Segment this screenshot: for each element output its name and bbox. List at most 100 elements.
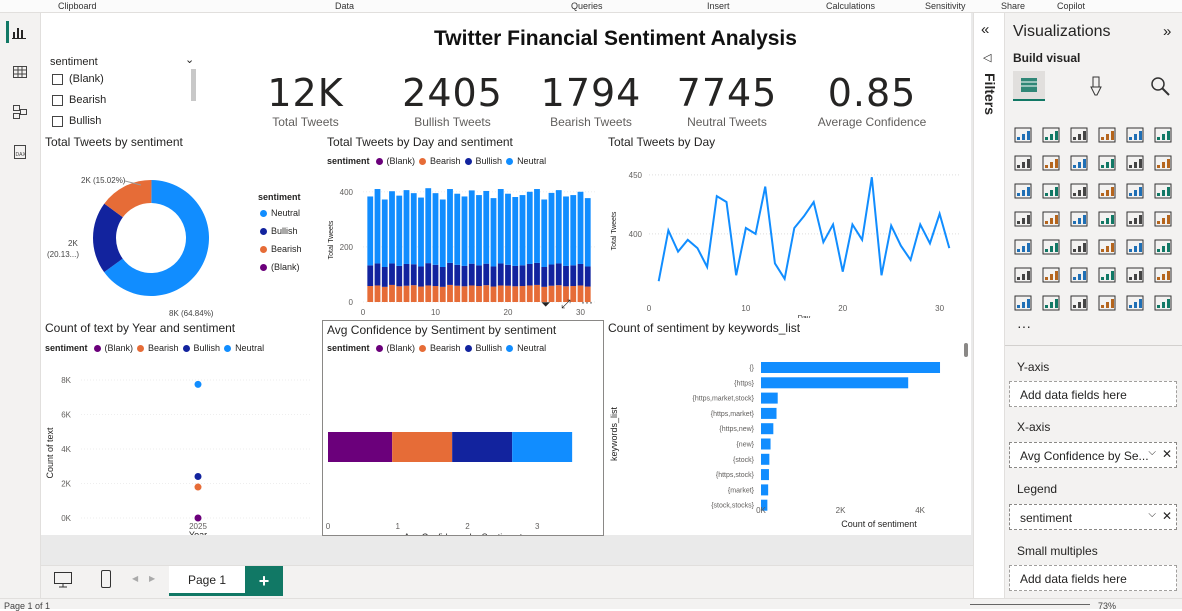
mobile-layout-icon[interactable] [99, 569, 113, 594]
more-options-icon[interactable]: ··· [581, 295, 593, 309]
checkbox[interactable] [52, 94, 63, 106]
pie-visual-icon[interactable] [1125, 181, 1145, 201]
card-bearish-tweets[interactable]: 1794 Bearish Tweets [530, 53, 652, 131]
keywords-bar-visual[interactable]: Count of sentiment by keywords_list {} {h… [604, 319, 970, 535]
x-axis-well[interactable]: Avg Confidence by Se... ⌵ ✕ [1009, 442, 1177, 468]
smart-narrative-visual-icon[interactable] [1041, 265, 1061, 285]
waterfall-visual-icon[interactable] [1013, 181, 1033, 201]
scatter-point [194, 380, 202, 388]
scroll-left-icon[interactable]: ◀ [132, 574, 138, 583]
report-view-button[interactable] [6, 21, 28, 43]
treemap-visual-icon[interactable] [1013, 209, 1033, 229]
ribbon-visual-icon[interactable] [1153, 153, 1173, 173]
legend-item-blank[interactable]: (Blank) [260, 262, 300, 272]
table-visual-icon[interactable] [1097, 237, 1117, 257]
slicer-scrollbar[interactable] [191, 69, 196, 101]
legend-item-neutral[interactable]: Neutral [260, 208, 300, 218]
remove-field-icon[interactable]: ✕ [1162, 447, 1172, 461]
stacked-bar-visual-icon[interactable] [1013, 125, 1033, 145]
card-bullish-tweets[interactable]: 2405 Bullish Tweets [391, 53, 514, 131]
matrix-visual-icon[interactable] [1125, 237, 1145, 257]
chevron-down-icon[interactable]: ⌄ [185, 53, 194, 66]
kpi-visual-icon[interactable] [1041, 237, 1061, 257]
format-visual-tab[interactable] [1085, 75, 1107, 97]
funnel-2-visual-icon[interactable] [1069, 181, 1089, 201]
clustered-column-visual-icon[interactable] [1097, 125, 1117, 145]
chart-scrollbar[interactable] [964, 343, 968, 357]
line-chart-visual[interactable]: Total Tweets by Day 450 400 0 10 20 30 Total T… [604, 133, 970, 318]
power-automate-visual-icon[interactable] [1069, 293, 1089, 313]
build-visual-tab[interactable] [1013, 71, 1045, 101]
checkbox[interactable] [52, 73, 63, 85]
zoom-slider[interactable] [970, 604, 1090, 605]
paginated-visual-icon[interactable] [1125, 265, 1145, 285]
metrics-visual-icon[interactable] [1041, 293, 1061, 313]
desktop-layout-icon[interactable] [53, 571, 73, 594]
table-view-button[interactable] [9, 61, 31, 83]
area-visual-icon[interactable] [1041, 153, 1061, 173]
dax-query-view-button[interactable]: DAX [9, 141, 31, 163]
page-tab-1[interactable]: Page 1 [169, 566, 245, 596]
slicer-item[interactable]: Bearish [52, 94, 106, 106]
checkbox[interactable] [52, 115, 63, 127]
100-bar-visual-icon[interactable] [1125, 125, 1145, 145]
card-total-tweets[interactable]: 12K Total Tweets [238, 53, 373, 131]
filter-visual-icon[interactable]: ⏷ [541, 297, 551, 312]
remove-field-icon[interactable]: ✕ [1162, 509, 1172, 523]
y-axis-well[interactable]: Add data fields here [1009, 381, 1177, 407]
gauge-visual-icon[interactable] [1125, 209, 1145, 229]
card-average-confidence[interactable]: 0.85 Average Confidence [806, 53, 938, 131]
chevron-visual-icon[interactable] [1153, 293, 1173, 313]
collapse-panes-icon[interactable]: « [981, 21, 989, 38]
scatter-visual-icon[interactable] [1097, 181, 1117, 201]
scroll-right-icon[interactable]: ▶ [149, 574, 155, 583]
stacked-area-visual-icon[interactable] [1069, 153, 1089, 173]
trophy-visual-icon[interactable] [1153, 265, 1173, 285]
scatter-chart-visual[interactable]: Count of text by Year and sentiment sent… [41, 319, 321, 535]
card-neutral-tweets[interactable]: 7745 Neutral Tweets [652, 53, 802, 131]
chevron-down-icon[interactable]: ⌵ [1148, 509, 1156, 520]
stacked-column-visual-icon[interactable] [1041, 125, 1061, 145]
avg-confidence-bar-visual[interactable]: Avg Confidence by Sentiment by sentiment… [322, 320, 604, 536]
clustered-bar-visual-icon[interactable] [1069, 125, 1089, 145]
legend-item-bullish[interactable]: Bullish [260, 226, 298, 236]
slicer-item[interactable]: Bullish [52, 115, 101, 127]
status-bar: Page 1 of 1 73% [0, 598, 1182, 611]
line-clustered-visual-icon[interactable] [1125, 153, 1145, 173]
donut-chart-visual[interactable]: Total Tweets by sentiment 2K (15.02%) 2K (… [41, 133, 321, 318]
filled-map-visual-icon[interactable] [1069, 209, 1089, 229]
analytics-tab[interactable] [1149, 75, 1171, 97]
expand-pane-icon[interactable]: » [1163, 23, 1171, 40]
line-visual-icon[interactable] [1013, 153, 1033, 173]
bar-segment [476, 286, 482, 302]
filters-pane[interactable]: « ◁ Filters [973, 13, 1005, 598]
python-visual-icon[interactable] [1013, 265, 1033, 285]
r-script-visual-icon[interactable] [1153, 237, 1173, 257]
add-page-button[interactable]: + [245, 566, 283, 596]
sentiment-slicer[interactable]: sentiment ⌄ (Blank) Bearish Bullish [45, 53, 199, 131]
power-apps-visual-icon[interactable] [1013, 293, 1033, 313]
chevron-down-icon[interactable]: ⌵ [1148, 447, 1156, 458]
map-visual-icon[interactable] [1041, 209, 1061, 229]
card-visual-icon[interactable] [1153, 209, 1173, 229]
focus-mode-icon[interactable]: ⤢ [561, 297, 571, 312]
bar-segment [447, 284, 453, 302]
decomposition-visual-icon[interactable] [1069, 265, 1089, 285]
qa-visual-icon[interactable] [1097, 265, 1117, 285]
slicer-item[interactable]: (Blank) [52, 73, 104, 85]
donut-visual-icon[interactable] [1153, 181, 1173, 201]
funnel-visual-icon[interactable] [1041, 181, 1061, 201]
multi-row-card-visual-icon[interactable] [1013, 237, 1033, 257]
model-view-button[interactable] [9, 101, 31, 123]
line-column-visual-icon[interactable] [1097, 153, 1117, 173]
small-multiples-well[interactable]: Add data fields here [1009, 565, 1177, 591]
diamond-visual-icon[interactable] [1125, 293, 1145, 313]
legend-well[interactable]: sentiment ⌵ ✕ [1009, 504, 1177, 530]
100-column-visual-icon[interactable] [1153, 125, 1173, 145]
key-influencers-visual-icon[interactable] [1097, 293, 1117, 313]
stacked-column-visual[interactable]: Total Tweets by Day and sentiment sentim… [323, 133, 603, 318]
legend-item-bearish[interactable]: Bearish [260, 244, 302, 254]
more-visuals-icon[interactable]: ··· [1017, 318, 1031, 334]
slicer-visual-icon[interactable] [1069, 237, 1089, 257]
azure-map-visual-icon[interactable] [1097, 209, 1117, 229]
